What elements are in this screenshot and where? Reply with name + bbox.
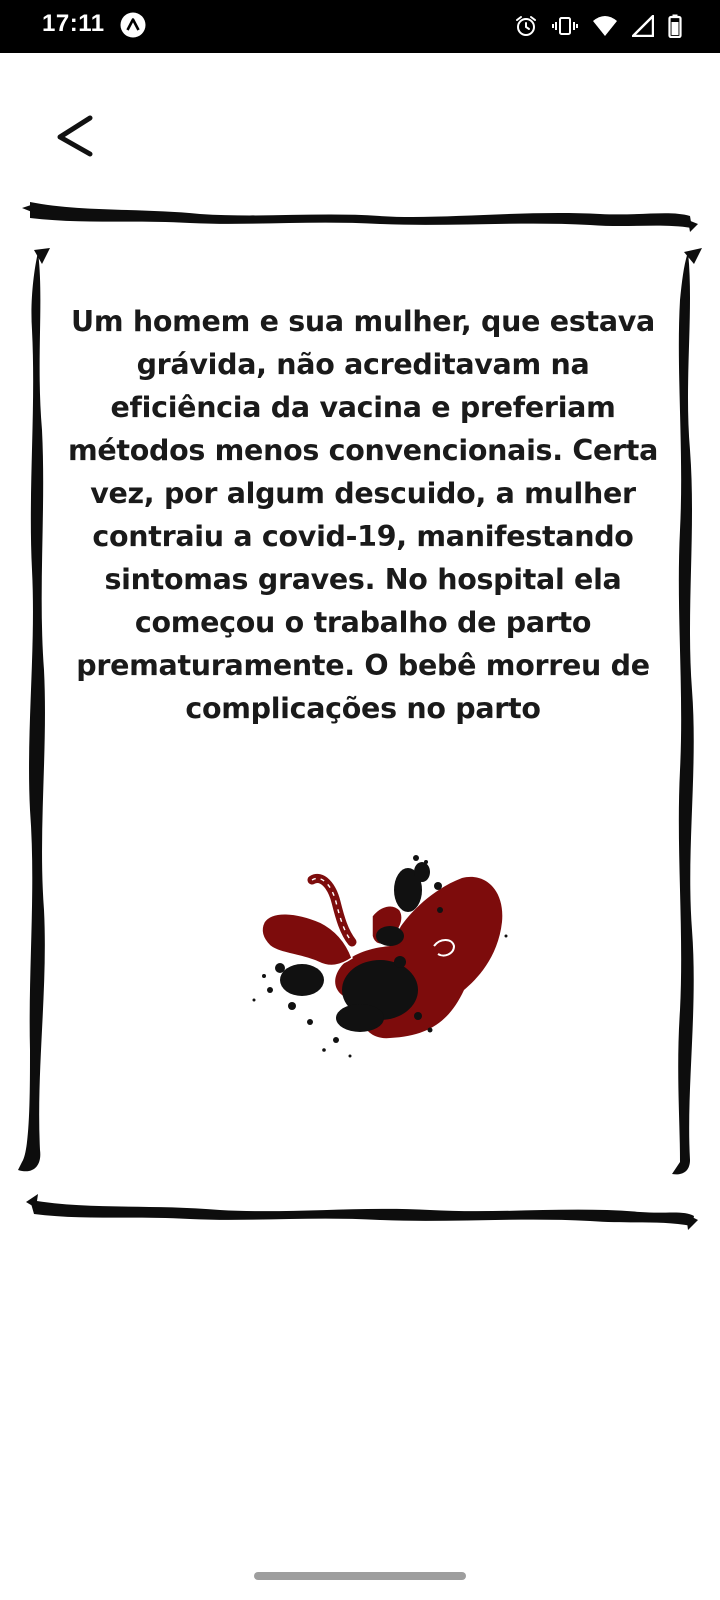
status-icons — [514, 12, 682, 40]
vibrate-icon — [552, 17, 578, 35]
battery-icon — [668, 14, 682, 38]
frame-right-stroke — [672, 252, 694, 1175]
home-gesture-bar[interactable] — [254, 1572, 466, 1580]
status-time: 17:11 — [42, 10, 105, 37]
frame-bottom-stroke — [30, 1200, 694, 1226]
frame-top-stroke — [30, 202, 692, 228]
app-a-icon — [120, 12, 146, 38]
alarm-icon — [516, 16, 536, 36]
back-button[interactable] — [46, 106, 106, 166]
chevron-left-icon — [57, 115, 93, 157]
fetus-illustration — [252, 855, 508, 1058]
signal-icon — [632, 15, 654, 37]
status-bar: 17:11 — [0, 0, 720, 53]
wifi-icon — [593, 16, 617, 36]
story-text: Um homem e sua mulher, que estava grávid… — [67, 305, 659, 725]
frame-left-stroke — [18, 252, 45, 1172]
